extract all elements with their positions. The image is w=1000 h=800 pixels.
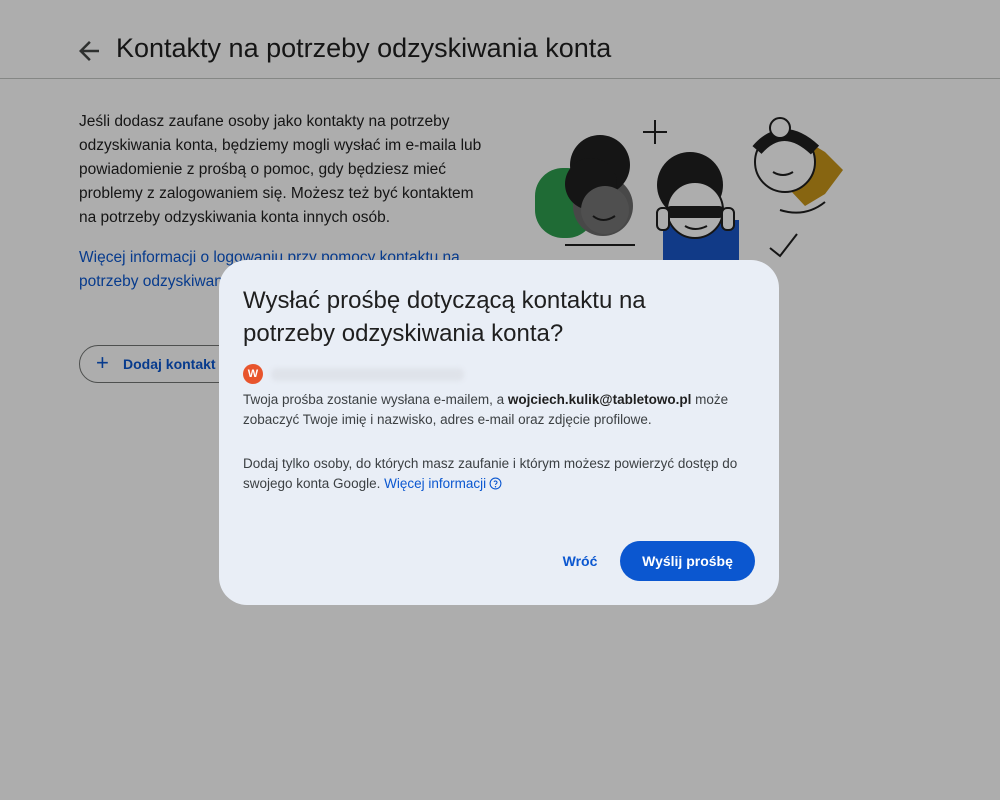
contact-email: wojciech.kulik@tabletowo.pl bbox=[507, 392, 692, 407]
account-row: W bbox=[243, 364, 543, 384]
help-circle-icon[interactable] bbox=[489, 476, 502, 496]
more-info-link[interactable]: Więcej informacji bbox=[384, 476, 486, 491]
avatar: W bbox=[243, 364, 263, 384]
blurred-email bbox=[271, 368, 464, 381]
send-request-dialog: Wysłać prośbę dotyczącą kontaktu na potr… bbox=[219, 260, 779, 605]
page: Kontakty na potrzeby odzyskiwania konta … bbox=[0, 0, 1000, 800]
send-request-button[interactable]: Wyślij prośbę bbox=[620, 541, 755, 581]
dialog-note: Dodaj tylko osoby, do których masz zaufa… bbox=[243, 454, 763, 496]
dialog-description-prefix: Twoja prośba zostanie wysłana e-mailem, … bbox=[243, 392, 508, 407]
back-dialog-button[interactable]: Wróć bbox=[554, 541, 606, 581]
dialog-title: Wysłać prośbę dotyczącą kontaktu na potr… bbox=[243, 287, 646, 347]
dialog-description: Twoja prośba zostanie wysłana e-mailem, … bbox=[243, 390, 763, 430]
